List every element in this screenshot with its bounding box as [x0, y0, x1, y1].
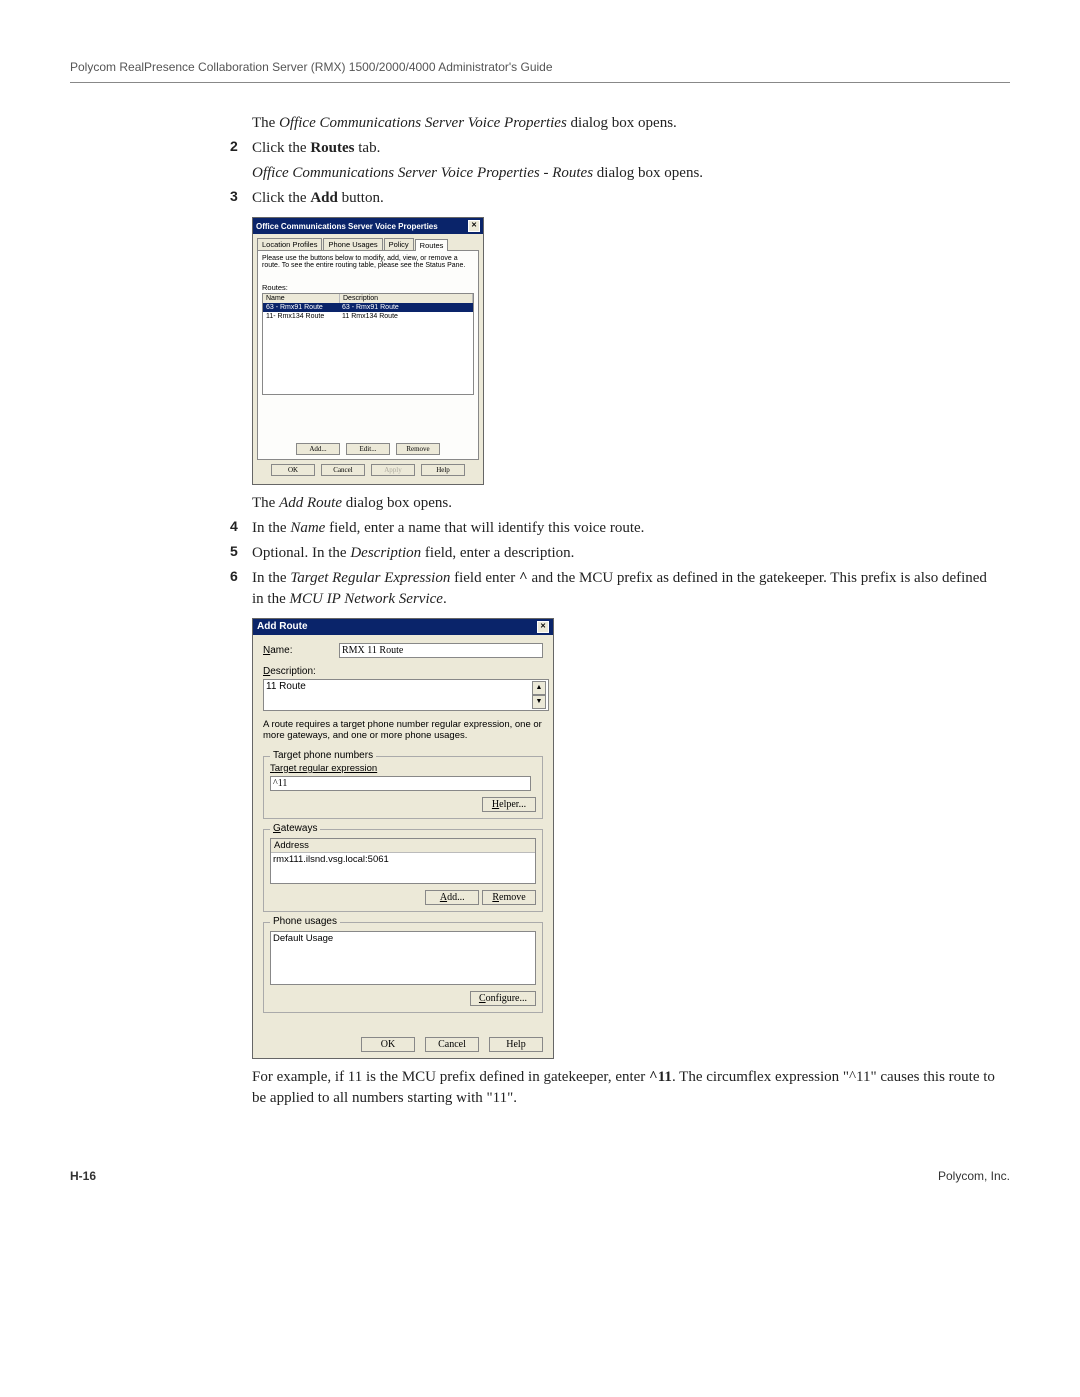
step-2b-text: Office Communications Server Voice Prope…	[252, 163, 1000, 184]
intro-text: The Office Communications Server Voice P…	[252, 113, 1000, 134]
help-button[interactable]: Help	[421, 464, 465, 476]
cancel-button[interactable]: Cancel	[321, 464, 365, 476]
step-5-num: 5	[230, 543, 252, 564]
step-6-text: In the Target Regular Expression field e…	[252, 568, 1000, 610]
dialog2-titlebar[interactable]: Add Route ✕	[253, 619, 553, 635]
ok-button[interactable]: OK	[271, 464, 315, 476]
routes-label: Routes:	[262, 283, 474, 292]
gateways-list[interactable]: Address rmx111.ilsnd.vsg.local:5061	[270, 838, 536, 884]
dialog2-note: A route requires a target phone number r…	[263, 719, 543, 742]
tab-location-profiles[interactable]: Location Profiles	[257, 238, 322, 250]
step-2-num: 2	[230, 138, 252, 159]
add-route-dialog: Add Route ✕ Name: Description: 11 Route …	[252, 618, 554, 1059]
voice-properties-dialog: Office Communications Server Voice Prope…	[252, 217, 484, 485]
dialog1-titlebar[interactable]: Office Communications Server Voice Prope…	[253, 218, 483, 234]
gw-remove-button[interactable]: Remove	[482, 890, 536, 905]
after-d1-text: The Add Route dialog box opens.	[252, 493, 1000, 514]
phone-usages-fs-label: Phone usages	[270, 916, 340, 927]
scroll-down-icon[interactable]: ▼	[532, 695, 546, 709]
phone-usages-list[interactable]: Default Usage	[270, 931, 536, 985]
name-label: Name:	[263, 645, 331, 656]
step-4-text: In the Name field, enter a name that wil…	[252, 518, 1000, 539]
routes-table[interactable]: Name Description 63 - Rmx91 Route 63 - R…	[262, 293, 474, 395]
tab-routes[interactable]: Routes	[415, 239, 449, 251]
target-fs-label: Target phone numbers	[270, 750, 376, 761]
col-desc: Description	[340, 294, 473, 303]
apply-button[interactable]: Apply	[371, 464, 415, 476]
step-5-text: Optional. In the Description field, ente…	[252, 543, 1000, 564]
step-3-text: Click the Add button.	[252, 188, 1000, 209]
close-icon[interactable]: ✕	[537, 621, 549, 633]
add-button[interactable]: Add...	[296, 443, 340, 455]
close-icon[interactable]: ✕	[468, 220, 480, 232]
list-item[interactable]: rmx111.ilsnd.vsg.local:5061	[273, 854, 533, 865]
table-row[interactable]: 63 - Rmx91 Route 63 - Rmx91 Route	[263, 303, 473, 312]
dialog1-instr: Please use the buttons below to modify, …	[262, 255, 474, 269]
ok-button[interactable]: OK	[361, 1037, 415, 1052]
desc-field[interactable]: 11 Route ▲ ▼	[263, 679, 549, 711]
cancel-button[interactable]: Cancel	[425, 1037, 479, 1052]
helper-button[interactable]: Helper...	[482, 797, 536, 812]
scroll-up-icon[interactable]: ▲	[532, 681, 546, 695]
step-3-num: 3	[230, 188, 252, 209]
name-field[interactable]	[339, 643, 543, 658]
after-d2-text: For example, if 11 is the MCU prefix def…	[252, 1067, 1000, 1109]
step-4-num: 4	[230, 518, 252, 539]
gw-col-address: Address	[271, 839, 535, 853]
remove-button[interactable]: Remove	[396, 443, 440, 455]
help-button[interactable]: Help	[489, 1037, 543, 1052]
header-rule	[70, 82, 1010, 83]
target-sub-label: Target regular expression	[270, 763, 536, 774]
doc-header: Polycom RealPresence Collaboration Serve…	[70, 60, 1010, 74]
tab-phone-usages[interactable]: Phone Usages	[323, 238, 382, 250]
step-2-text: Click the Routes tab.	[252, 138, 1000, 159]
gateways-fs-label: Gateways	[270, 823, 320, 834]
col-name: Name	[263, 294, 340, 303]
edit-button[interactable]: Edit...	[346, 443, 390, 455]
gw-add-button[interactable]: Add...	[425, 890, 479, 905]
target-regex-field[interactable]	[270, 776, 531, 791]
footer-company: Polycom, Inc.	[938, 1169, 1010, 1183]
page-number: H-16	[70, 1169, 96, 1183]
step-6-num: 6	[230, 568, 252, 610]
configure-button[interactable]: Configure...	[470, 991, 536, 1006]
desc-label: Description:	[263, 666, 543, 677]
tab-policy[interactable]: Policy	[384, 238, 414, 250]
table-row[interactable]: 11- Rmx134 Route 11 Rmx134 Route	[263, 312, 473, 321]
list-item[interactable]: Default Usage	[273, 933, 533, 944]
